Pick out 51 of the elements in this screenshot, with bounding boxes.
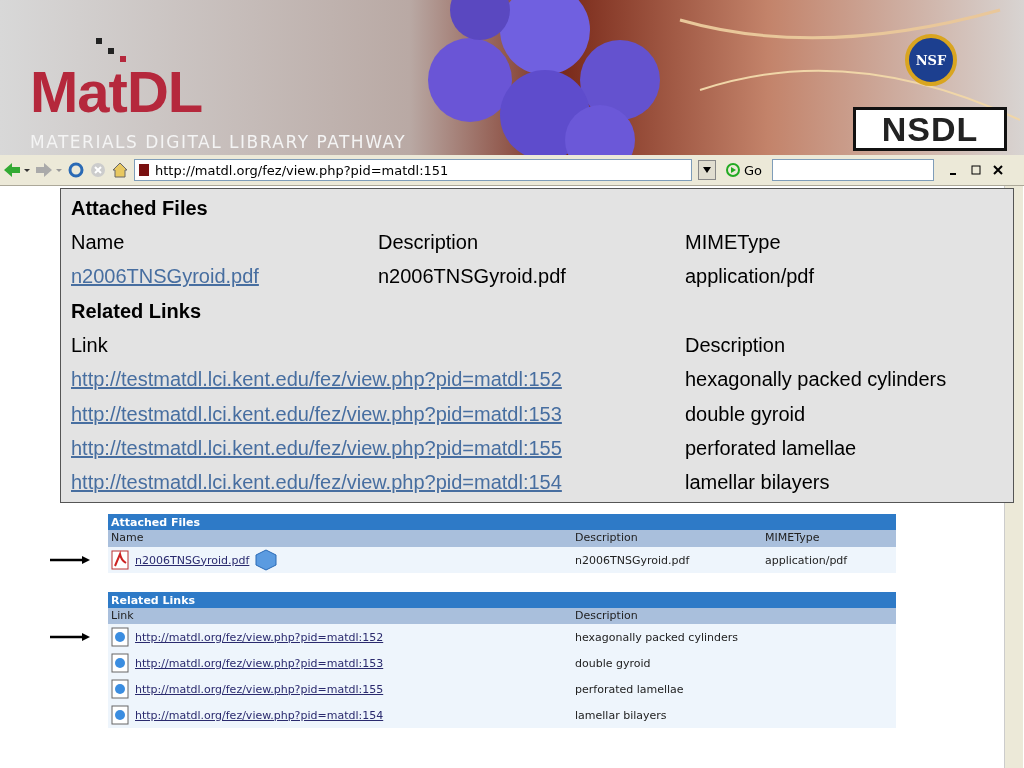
caret-icon — [703, 167, 711, 173]
section-title: Related Links — [71, 298, 203, 324]
page-icon — [139, 164, 149, 176]
table-cell-text: double gyroid — [685, 402, 807, 426]
pointer-arrow — [50, 556, 90, 564]
table-header: Related Links — [108, 591, 896, 609]
logo-text: MatDL — [30, 58, 203, 125]
pointer-arrow — [50, 633, 90, 641]
column-header: MIMEType — [762, 530, 896, 548]
home-icon[interactable] — [112, 162, 128, 178]
related-link[interactable]: http://testmatdl.lci.kent.edu/fez/view.php?pid=matdl:153 — [71, 402, 562, 425]
table-cell: hexagonally packed cylinders — [572, 624, 896, 650]
column-header: Name — [71, 231, 126, 254]
column-header: MIMEType — [685, 231, 782, 254]
column-header: Description — [378, 231, 480, 254]
url-text: http://matdl.org/fez/view.php?pid=matdl:151 — [155, 162, 449, 178]
table-cell-text: application/pdf — [685, 265, 815, 289]
table-cell: lamellar bilayers — [572, 702, 896, 728]
table-cell: perforated lamellae — [572, 676, 896, 702]
table-cell-text: perforated lamellae — [685, 436, 858, 460]
search-field[interactable] — [772, 159, 935, 181]
play-icon — [726, 163, 740, 177]
back-icon[interactable] — [4, 162, 30, 178]
column-header: Description — [685, 333, 787, 357]
web-page-icon — [111, 627, 129, 647]
related-link[interactable]: http://testmatdl.lci.kent.edu/fez/view.php?pid=matdl:154 — [71, 471, 562, 494]
table-header: Attached Files — [108, 513, 896, 531]
file-link[interactable]: n2006TNSGyroid.pdf — [71, 265, 259, 288]
table-cell-text: hexagonally packed cylinders — [685, 368, 948, 392]
table-cell-text: n2006TNSGyroid.pdf — [378, 265, 567, 289]
related-link[interactable]: http://testmatdl.lci.kent.edu/fez/view.php?pid=matdl:155 — [71, 436, 562, 459]
pdf-icon — [111, 550, 129, 570]
file-link[interactable]: n2006TNSGyroid.pdf — [135, 553, 250, 567]
table-cell-text: lamellar bilayers — [685, 471, 831, 495]
column-header: Link — [71, 333, 109, 357]
refresh-icon[interactable] — [68, 162, 84, 178]
column-header: Name — [108, 530, 572, 548]
window-controls-icon[interactable] — [950, 164, 1005, 176]
column-header: Description — [572, 530, 762, 548]
related-link[interactable]: http://testmatdl.lci.kent.edu/fez/view.php?pid=matdl:152 — [71, 368, 562, 391]
go-button[interactable]: Go — [722, 162, 767, 178]
web-page-icon — [111, 653, 129, 673]
web-page-icon — [111, 705, 129, 725]
section-title: Attached Files — [71, 195, 209, 221]
table-cell: double gyroid — [572, 650, 896, 676]
dropdown-button[interactable] — [698, 160, 716, 180]
web-page-icon — [111, 679, 129, 699]
address-field[interactable]: http://matdl.org/fez/view.php?pid=matdl:151 — [134, 159, 692, 181]
brand-logo: NSDL — [853, 107, 1007, 151]
table-cell: n2006TNSGyroid.pdf — [572, 547, 762, 573]
table-cell: application/pdf — [762, 547, 896, 573]
